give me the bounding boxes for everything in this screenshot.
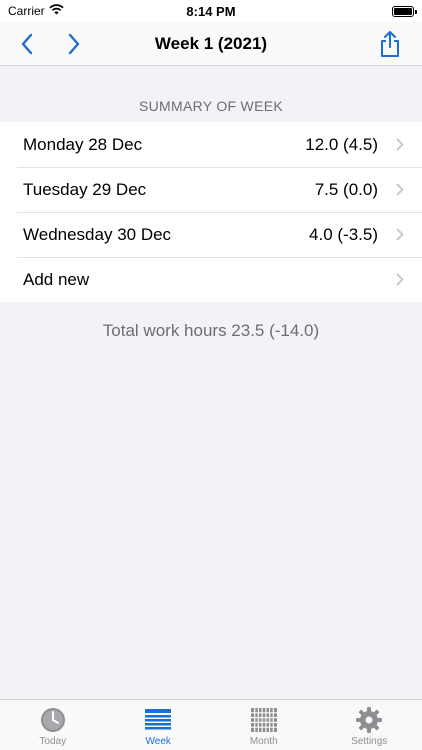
row-label: Wednesday 30 Dec bbox=[23, 224, 172, 244]
day-row-monday[interactable]: Monday 28 Dec 12.0 (4.5) bbox=[0, 122, 422, 167]
share-button[interactable] bbox=[374, 28, 406, 60]
content-area: SUMMARY OF WEEK Monday 28 Dec 12.0 (4.5)… bbox=[0, 66, 422, 699]
add-new-row[interactable]: Add new bbox=[0, 257, 422, 302]
status-left: Carrier bbox=[8, 4, 148, 18]
row-value: 4.0 (-3.5) bbox=[309, 224, 378, 244]
clock-icon bbox=[39, 706, 67, 734]
calendar-grid-icon bbox=[250, 706, 278, 734]
row-label: Monday 28 Dec bbox=[23, 134, 143, 154]
week-list-icon bbox=[144, 706, 172, 734]
disclosure-chevron-icon bbox=[390, 273, 410, 286]
status-time: 8:14 PM bbox=[186, 3, 236, 19]
disclosure-chevron-icon bbox=[390, 228, 410, 241]
row-value: 7.5 (0.0) bbox=[314, 179, 378, 199]
day-row-wednesday[interactable]: Wednesday 30 Dec 4.0 (-3.5) bbox=[0, 212, 422, 257]
tab-label: Week bbox=[145, 736, 171, 747]
add-new-label: Add new bbox=[23, 269, 90, 289]
status-right bbox=[274, 5, 417, 17]
day-list: Monday 28 Dec 12.0 (4.5) Tuesday 29 Dec … bbox=[0, 122, 422, 302]
tab-week[interactable]: Week bbox=[106, 700, 212, 750]
tab-settings[interactable]: Settings bbox=[317, 700, 422, 750]
next-week-button[interactable] bbox=[58, 28, 90, 60]
battery-icon bbox=[392, 5, 417, 17]
wifi-icon bbox=[49, 4, 64, 18]
tab-label: Today bbox=[39, 736, 67, 747]
carrier-label: Carrier bbox=[8, 4, 45, 18]
tab-today[interactable]: Today bbox=[0, 700, 106, 750]
row-label: Tuesday 29 Dec bbox=[23, 179, 147, 199]
tab-bar: Today Week Month Settings bbox=[0, 699, 422, 750]
gear-icon bbox=[355, 706, 383, 734]
tab-label: Month bbox=[249, 736, 278, 747]
section-header: SUMMARY OF WEEK bbox=[138, 98, 283, 114]
tab-month[interactable]: Month bbox=[211, 700, 317, 750]
total-work-hours: Total work hours 23.5 (-14.0) bbox=[102, 321, 320, 340]
day-row-tuesday[interactable]: Tuesday 29 Dec 7.5 (0.0) bbox=[0, 167, 422, 212]
status-bar: Carrier 8:14 PM bbox=[0, 0, 422, 22]
disclosure-chevron-icon bbox=[390, 138, 410, 151]
share-icon bbox=[381, 31, 399, 57]
row-value: 12.0 (4.5) bbox=[305, 134, 378, 154]
tab-label: Settings bbox=[351, 736, 388, 747]
previous-week-button[interactable] bbox=[11, 28, 43, 60]
disclosure-chevron-icon bbox=[390, 183, 410, 196]
chevron-left-icon bbox=[21, 33, 33, 55]
chevron-right-icon bbox=[68, 33, 80, 55]
navigation-bar: Week 1 (2021) bbox=[0, 22, 422, 66]
